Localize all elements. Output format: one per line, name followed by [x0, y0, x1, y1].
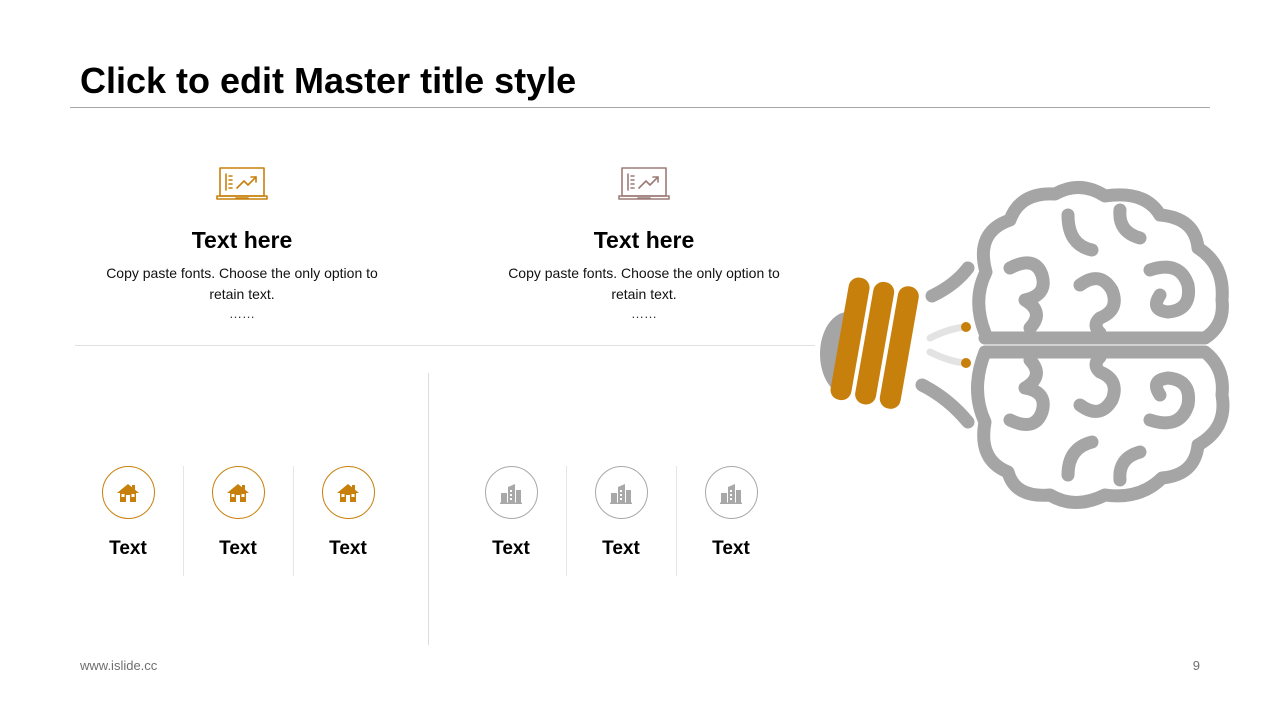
buildings-icon [610, 483, 632, 504]
laptop-chart-icon [216, 167, 268, 200]
icon-circle [101, 466, 155, 519]
item-label: Text [492, 538, 530, 559]
card-heading: Text here [191, 227, 293, 253]
icon-circle [704, 466, 758, 519]
icon-item: Text [198, 466, 278, 561]
icon-item: Text [581, 466, 661, 561]
card-ellipsis: …… [631, 306, 657, 321]
brain-lightbulb-icon [820, 181, 1230, 509]
item-label: Text [109, 538, 147, 559]
icon-circle [321, 466, 375, 519]
item-label: Text [712, 538, 750, 559]
card-description-line: Copy paste fonts. Choose the only option… [508, 265, 780, 281]
icon-circle [594, 466, 648, 519]
buildings-icon [500, 483, 522, 504]
card-description: Copy paste fonts. Choose the only option… [474, 263, 814, 305]
card-description-line: Copy paste fonts. Choose the only option… [106, 265, 378, 281]
house-icon [227, 483, 249, 502]
column-divider [428, 373, 429, 645]
item-separator [676, 466, 677, 576]
card-ellipsis: …… [229, 306, 255, 321]
icon-circle [484, 466, 538, 519]
page-number: 9 [1192, 658, 1200, 673]
icon-item: Text [471, 466, 551, 561]
feature-card-1: Text here Copy paste fonts. Choose the o… [72, 165, 412, 323]
item-separator [183, 466, 184, 576]
buildings-icon [720, 483, 742, 504]
item-label: Text [602, 538, 640, 559]
icon-item: Text [308, 466, 388, 561]
item-label: Text [219, 538, 257, 559]
card-heading: Text here [593, 227, 695, 253]
card-description: Copy paste fonts. Choose the only option… [72, 263, 412, 305]
house-icon [117, 483, 139, 502]
icon-item: Text [88, 466, 168, 561]
house-icon [337, 483, 359, 502]
item-separator [293, 466, 294, 576]
icon-circle [211, 466, 265, 519]
slide-title: Click to edit Master title style [80, 60, 577, 101]
item-label: Text [329, 538, 367, 559]
card-description-line: retain text. [209, 286, 275, 302]
title-divider [70, 107, 1210, 108]
section-divider [75, 345, 815, 346]
card-description-line: retain text. [611, 286, 677, 302]
laptop-chart-icon [618, 167, 670, 200]
icon-item: Text [691, 466, 771, 561]
item-separator [566, 466, 567, 576]
feature-card-2: Text here Copy paste fonts. Choose the o… [474, 165, 814, 323]
footer-website: www.islide.cc [80, 658, 158, 673]
